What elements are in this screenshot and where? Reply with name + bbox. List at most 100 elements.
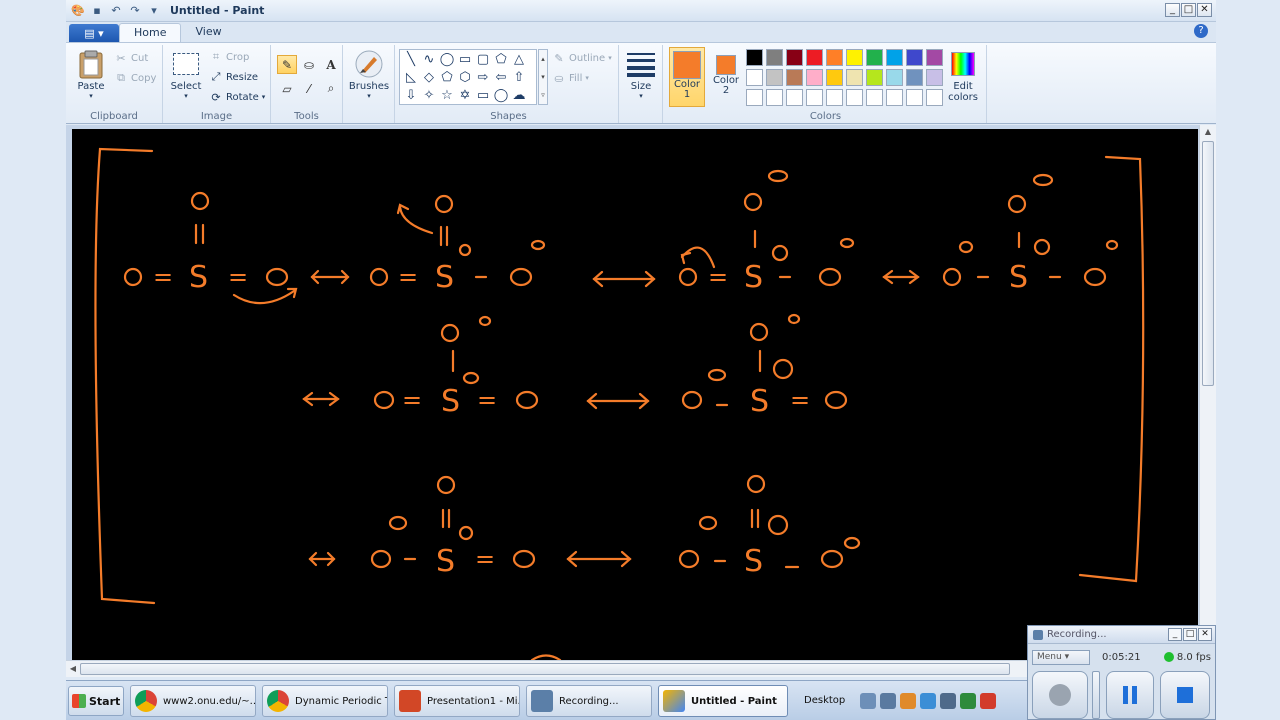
recording-minimize-button[interactable]: _ — [1168, 628, 1182, 641]
hexagon-shape-icon[interactable]: ⬡ — [457, 70, 473, 86]
palette-swatch[interactable] — [906, 89, 923, 106]
palette-swatch[interactable] — [866, 69, 883, 86]
customize-qat-icon[interactable]: ▾ — [146, 3, 162, 19]
maximize-button[interactable]: □ — [1181, 3, 1196, 17]
tray-network-icon[interactable] — [860, 693, 876, 709]
palette-swatch[interactable] — [866, 89, 883, 106]
palette-swatch[interactable] — [746, 89, 763, 106]
copy-button[interactable]: ⧉ Copy — [114, 71, 156, 85]
rotate-button[interactable]: ⟳ Rotate ▾ — [209, 90, 265, 104]
cloud-shape-icon[interactable]: ☁ — [511, 88, 527, 104]
palette-swatch[interactable] — [806, 49, 823, 66]
edit-colors-button[interactable]: Edit colors — [944, 49, 982, 103]
palette-swatch[interactable] — [906, 69, 923, 86]
fill-button[interactable]: ⛀ Fill ▾ — [552, 71, 588, 85]
fill-bucket-icon[interactable]: ⛀ — [299, 55, 319, 74]
palette-swatch[interactable] — [746, 69, 763, 86]
up-arrow-shape-icon[interactable]: ⇧ — [511, 70, 527, 86]
palette-swatch[interactable] — [766, 69, 783, 86]
tray-monitor-icon[interactable] — [940, 693, 956, 709]
line-shape-icon[interactable]: ╲ — [403, 52, 419, 68]
palette-swatch[interactable] — [886, 69, 903, 86]
tray-alert-icon[interactable] — [900, 693, 916, 709]
pause-button[interactable] — [1106, 671, 1154, 719]
right-triangle-shape-icon[interactable]: ◺ — [403, 70, 419, 86]
tab-view[interactable]: View — [181, 23, 235, 42]
left-arrow-shape-icon[interactable]: ⇦ — [493, 70, 509, 86]
vertical-scroll-thumb[interactable] — [1202, 141, 1214, 386]
recording-maximize-button[interactable]: □ — [1183, 628, 1197, 641]
undo-icon[interactable]: ↶ — [108, 3, 124, 19]
tray-excel-icon[interactable] — [960, 693, 976, 709]
record-button[interactable] — [1032, 671, 1088, 719]
paste-button[interactable]: Paste ▾ — [74, 49, 108, 100]
palette-swatch[interactable] — [846, 89, 863, 106]
curve-shape-icon[interactable]: ∿ — [421, 52, 437, 68]
tray-red-icon[interactable] — [980, 693, 996, 709]
palette-swatch[interactable] — [906, 49, 923, 66]
select-button[interactable]: Select ▾ — [169, 49, 203, 100]
crop-button[interactable]: ⌗ Crop — [209, 50, 249, 64]
text-tool-icon[interactable]: A — [321, 55, 341, 74]
polygon-shape-icon[interactable]: ⬠ — [493, 52, 509, 68]
taskbar-item-paint[interactable]: Untitled - Paint — [658, 685, 788, 717]
palette-swatch[interactable] — [926, 49, 943, 66]
record-options-button[interactable] — [1092, 671, 1100, 719]
palette-swatch[interactable] — [786, 69, 803, 86]
color2-button[interactable]: Color 2 — [709, 47, 743, 107]
palette-swatch[interactable] — [866, 49, 883, 66]
brushes-button[interactable]: Brushes ▾ — [349, 49, 389, 100]
color1-button[interactable]: Color 1 — [669, 47, 705, 107]
palette-swatch[interactable] — [926, 69, 943, 86]
four-point-star-shape-icon[interactable]: ✧ — [421, 88, 437, 104]
palette-swatch[interactable] — [746, 49, 763, 66]
palette-swatch[interactable] — [786, 89, 803, 106]
palette-swatch[interactable] — [826, 89, 843, 106]
eraser-icon[interactable]: ▱ — [277, 79, 297, 98]
paint-app-icon[interactable]: 🎨 — [70, 3, 86, 19]
redo-icon[interactable]: ↷ — [127, 3, 143, 19]
palette-swatch[interactable] — [826, 69, 843, 86]
palette-swatch[interactable] — [846, 49, 863, 66]
right-arrow-shape-icon[interactable]: ⇨ — [475, 70, 491, 86]
callout-oval-shape-icon[interactable]: ◯ — [493, 88, 509, 104]
outline-button[interactable]: ✎ Outline ▾ — [552, 51, 611, 65]
start-button[interactable]: Start — [68, 686, 124, 716]
vertical-scrollbar[interactable]: ▲ ▼ — [1199, 125, 1216, 660]
minimize-button[interactable]: _ — [1165, 3, 1180, 17]
stop-button[interactable] — [1160, 671, 1210, 719]
shapes-scroll[interactable]: ▴ ▾ ▿ — [538, 49, 548, 105]
tray-sync-icon[interactable] — [880, 693, 896, 709]
palette-swatch[interactable] — [806, 89, 823, 106]
recording-menu-button[interactable]: Menu ▾ — [1032, 649, 1090, 665]
down-arrow-shape-icon[interactable]: ⇩ — [403, 88, 419, 104]
palette-swatch[interactable] — [826, 49, 843, 66]
taskbar-item-chrome-2[interactable]: Dynamic Periodic T... — [262, 685, 388, 717]
pencil-icon[interactable]: ✎ — [277, 55, 297, 74]
scroll-left-icon[interactable]: ◀ — [66, 661, 80, 677]
palette-swatch[interactable] — [926, 89, 943, 106]
close-button[interactable]: ✕ — [1197, 3, 1212, 17]
palette-swatch[interactable] — [786, 49, 803, 66]
tab-home[interactable]: Home — [119, 23, 182, 42]
palette-swatch[interactable] — [766, 89, 783, 106]
diamond-shape-icon[interactable]: ◇ — [421, 70, 437, 86]
help-icon[interactable]: ? — [1194, 24, 1208, 38]
taskbar-item-chrome-1[interactable]: www2.onu.edu/~... — [130, 685, 256, 717]
horizontal-scroll-thumb[interactable] — [80, 663, 1010, 675]
palette-swatch[interactable] — [886, 89, 903, 106]
taskbar-item-powerpoint[interactable]: Presentation1 - Mi... — [394, 685, 520, 717]
palette-swatch[interactable] — [806, 69, 823, 86]
taskbar-item-recording[interactable]: Recording... — [526, 685, 652, 717]
desktop-toolbar-label[interactable]: Desktop — [804, 695, 845, 706]
magnifier-icon[interactable]: ⌕ — [321, 79, 341, 98]
cut-button[interactable]: ✂ Cut — [114, 51, 148, 65]
tray-globe-icon[interactable] — [920, 693, 936, 709]
save-icon[interactable]: ▪ — [89, 3, 105, 19]
color-picker-icon[interactable]: ⁄ — [299, 79, 319, 98]
triangle-shape-icon[interactable]: △ — [511, 52, 527, 68]
oval-shape-icon[interactable]: ◯ — [439, 52, 455, 68]
callout-rect-shape-icon[interactable]: ▭ — [475, 88, 491, 104]
palette-swatch[interactable] — [886, 49, 903, 66]
palette-swatch[interactable] — [846, 69, 863, 86]
